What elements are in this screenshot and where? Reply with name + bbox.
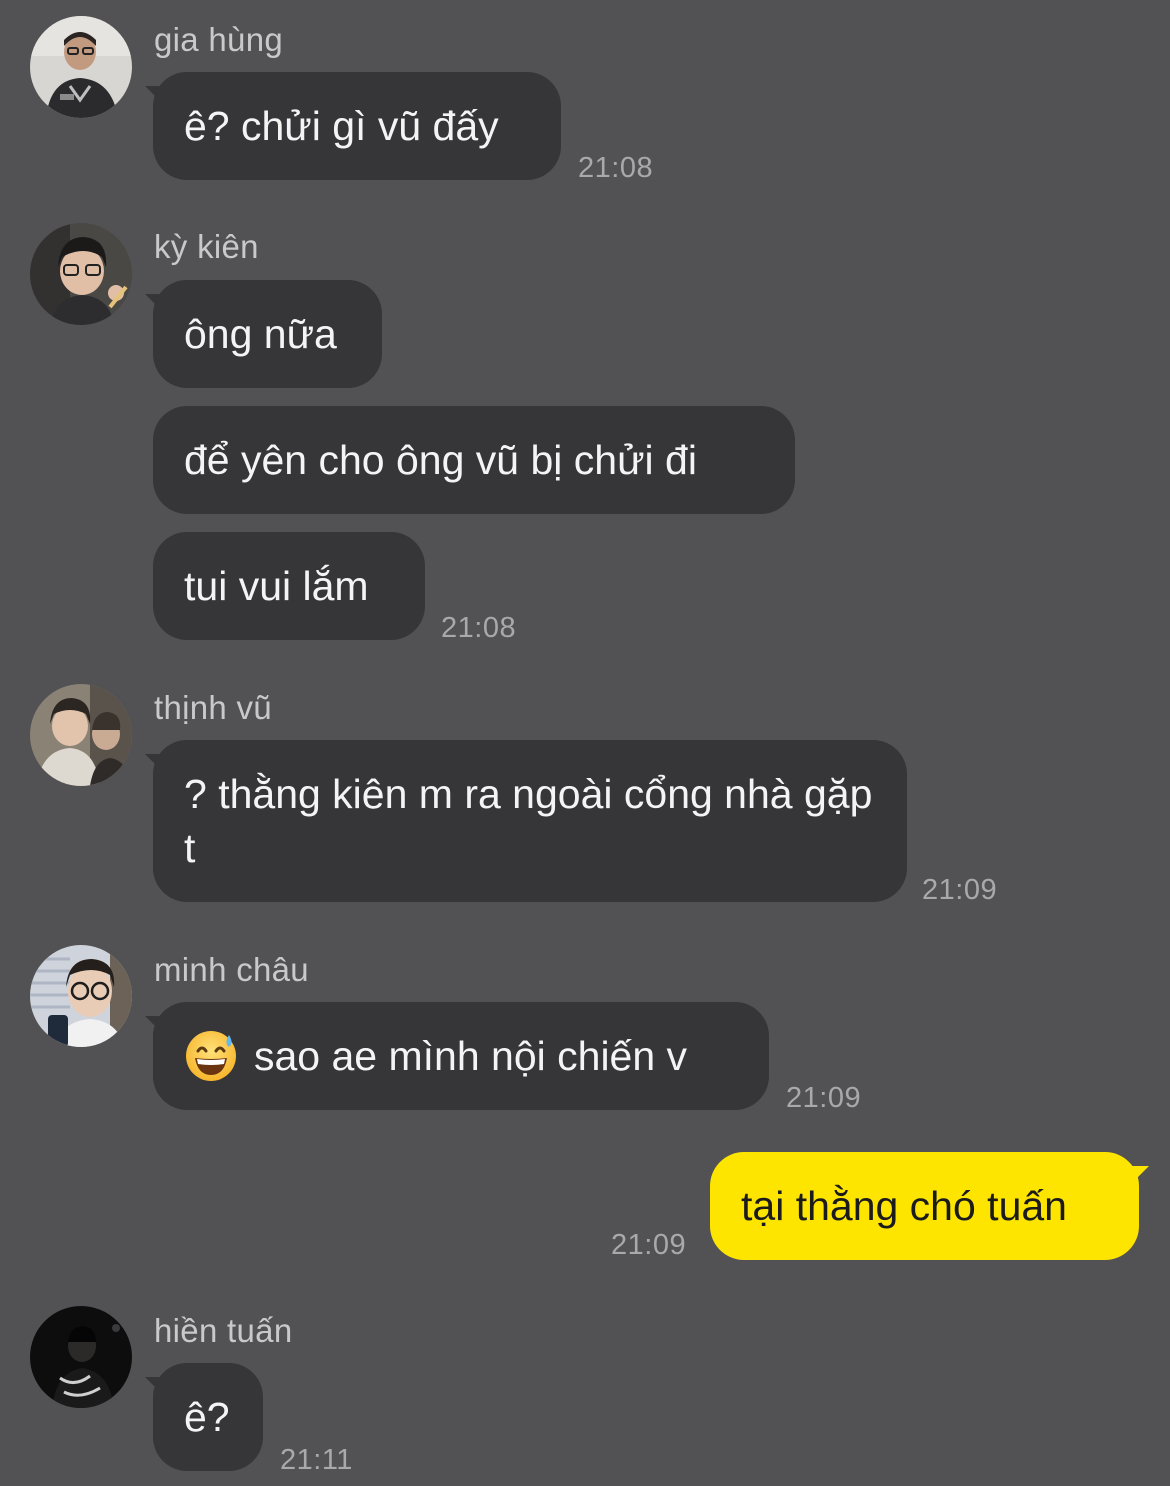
outgoing-message-bubble[interactable]: tại thằng chó tuấn xyxy=(710,1152,1139,1260)
avatar-thinh-vu[interactable] xyxy=(30,684,132,786)
message-bubble[interactable]: ê? chửi gì vũ đấy xyxy=(153,72,561,180)
grinning-face-with-sweat-icon xyxy=(184,1029,238,1083)
sender-name: thịnh vũ xyxy=(154,689,272,726)
avatar-gia-hung[interactable] xyxy=(30,16,132,118)
avatar-minh-chau[interactable] xyxy=(30,945,132,1047)
sender-name: kỳ kiên xyxy=(154,228,259,265)
message-bubble[interactable]: tui vui lắm xyxy=(153,532,425,640)
sender-name: minh châu xyxy=(154,951,309,988)
sender-name: gia hùng xyxy=(154,21,284,58)
message-bubble[interactable]: ông nữa xyxy=(153,280,382,388)
message-bubble[interactable]: ê? xyxy=(153,1363,263,1471)
message-bubble[interactable]: để yên cho ông vũ bị chửi đi xyxy=(153,406,795,514)
avatar-ky-kien[interactable] xyxy=(30,223,132,325)
message-bubble[interactable]: sao ae mình nội chiến v xyxy=(153,1002,769,1110)
message-timestamp: 21:09 xyxy=(611,1229,687,1261)
message-text: sao ae mình nội chiến v xyxy=(254,1033,688,1079)
message-timestamp: 21:11 xyxy=(280,1444,353,1476)
message-timestamp: 21:08 xyxy=(441,612,517,644)
message-bubble[interactable]: ? thằng kiên m ra ngoài cổng nhà gặp t xyxy=(153,740,907,902)
message-timestamp: 21:09 xyxy=(786,1082,862,1114)
message-timestamp: 21:08 xyxy=(578,152,654,184)
message-timestamp: 21:09 xyxy=(922,874,998,906)
sender-name: hiền tuấn xyxy=(154,1312,293,1349)
avatar-hien-tuan[interactable] xyxy=(30,1306,132,1408)
